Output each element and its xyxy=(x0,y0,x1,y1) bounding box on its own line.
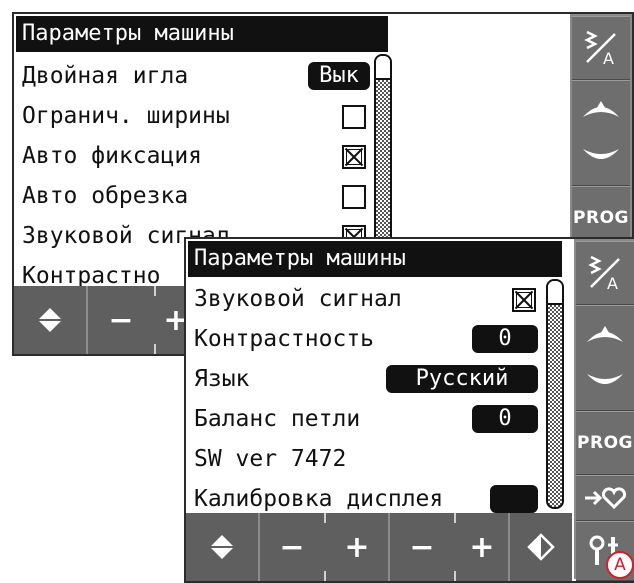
minus-button[interactable]: − xyxy=(88,286,154,354)
minus-button[interactable]: − xyxy=(260,513,324,581)
buttonhole-balance-value[interactable]: 0 xyxy=(472,405,538,433)
settings-row-language[interactable]: Язык Русский xyxy=(186,359,570,399)
callout-label: A xyxy=(606,551,634,579)
needle-up-down-button[interactable] xyxy=(576,305,634,411)
needle-stop-icon xyxy=(583,101,619,159)
side-toolbar: A PROG xyxy=(574,239,634,581)
minus-button[interactable]: − xyxy=(390,513,454,581)
row-label: Авто фиксация xyxy=(22,143,203,169)
prog-button[interactable]: PROG xyxy=(576,411,634,475)
beep-checkbox[interactable] xyxy=(512,288,536,312)
arrow-heart-icon xyxy=(585,487,627,510)
needle-stop-icon xyxy=(587,326,623,384)
scrollbar[interactable] xyxy=(546,279,564,509)
settings-row-width-limit[interactable]: Огранич. ширины xyxy=(14,96,384,136)
settings-row-contrast[interactable]: Контрастность 0 xyxy=(186,319,570,359)
save-favorite-button[interactable] xyxy=(576,475,634,521)
diamond-scroll-icon xyxy=(38,308,62,332)
stitch-width-button[interactable]: A xyxy=(572,16,630,80)
front-screen: Параметры машины Звуковой сигнал Контрас… xyxy=(184,237,634,583)
row-label: SW ver 7472 xyxy=(194,446,347,472)
row-label: Огранич. ширины xyxy=(22,103,230,129)
svg-text:A: A xyxy=(607,274,618,293)
settings-row-twin-needle[interactable]: Двойная игла Вык xyxy=(14,56,384,96)
scrollbar-thumb[interactable] xyxy=(548,281,562,305)
language-value[interactable]: Русский xyxy=(386,365,538,393)
scroll-button[interactable] xyxy=(186,513,258,581)
contrast-value[interactable]: 0 xyxy=(472,325,538,353)
plus-button[interactable]: + xyxy=(326,513,388,581)
stitch-width-button[interactable]: A xyxy=(576,241,634,305)
diamond-scroll-icon xyxy=(210,535,234,559)
settings-row-sw-version: SW ver 7472 xyxy=(186,439,570,479)
needle-up-down-button[interactable] xyxy=(572,80,630,186)
settings-panel: Параметры машины Звуковой сигнал Контрас… xyxy=(186,239,570,513)
auto-cut-checkbox[interactable] xyxy=(342,185,366,209)
svg-text:A: A xyxy=(603,49,614,68)
settings-row-buttonhole-balance[interactable]: Баланс петли 0 xyxy=(186,399,570,439)
plus-button[interactable]: + xyxy=(456,513,508,581)
mirror-button[interactable] xyxy=(510,513,572,581)
row-label: Язык xyxy=(194,366,250,392)
scroll-button[interactable] xyxy=(14,286,86,354)
half-diamond-icon xyxy=(527,533,555,561)
settings-row-auto-lock[interactable]: Авто фиксация xyxy=(14,136,384,176)
row-label: Двойная игла xyxy=(22,63,189,89)
calibration-button[interactable] xyxy=(490,485,538,513)
stitch-icon: A xyxy=(584,30,616,68)
auto-lock-checkbox[interactable] xyxy=(342,145,366,169)
row-label: Баланс петли xyxy=(194,406,361,432)
scrollbar-thumb[interactable] xyxy=(376,56,390,80)
panel-title: Параметры машины xyxy=(16,16,388,52)
row-label: Звуковой сигнал xyxy=(194,286,402,312)
row-label: Авто обрезка xyxy=(22,183,189,209)
row-label: Контрастность xyxy=(194,326,375,352)
settings-row-beep[interactable]: Звуковой сигнал xyxy=(186,279,570,319)
bottom-bar: − + − + xyxy=(186,513,572,581)
settings-row-auto-cut[interactable]: Авто обрезка xyxy=(14,176,384,216)
twin-needle-value[interactable]: Вык xyxy=(308,62,370,90)
panel-title: Параметры машины xyxy=(188,241,562,277)
width-limit-checkbox[interactable] xyxy=(342,105,366,129)
stitch-icon: A xyxy=(588,255,620,293)
